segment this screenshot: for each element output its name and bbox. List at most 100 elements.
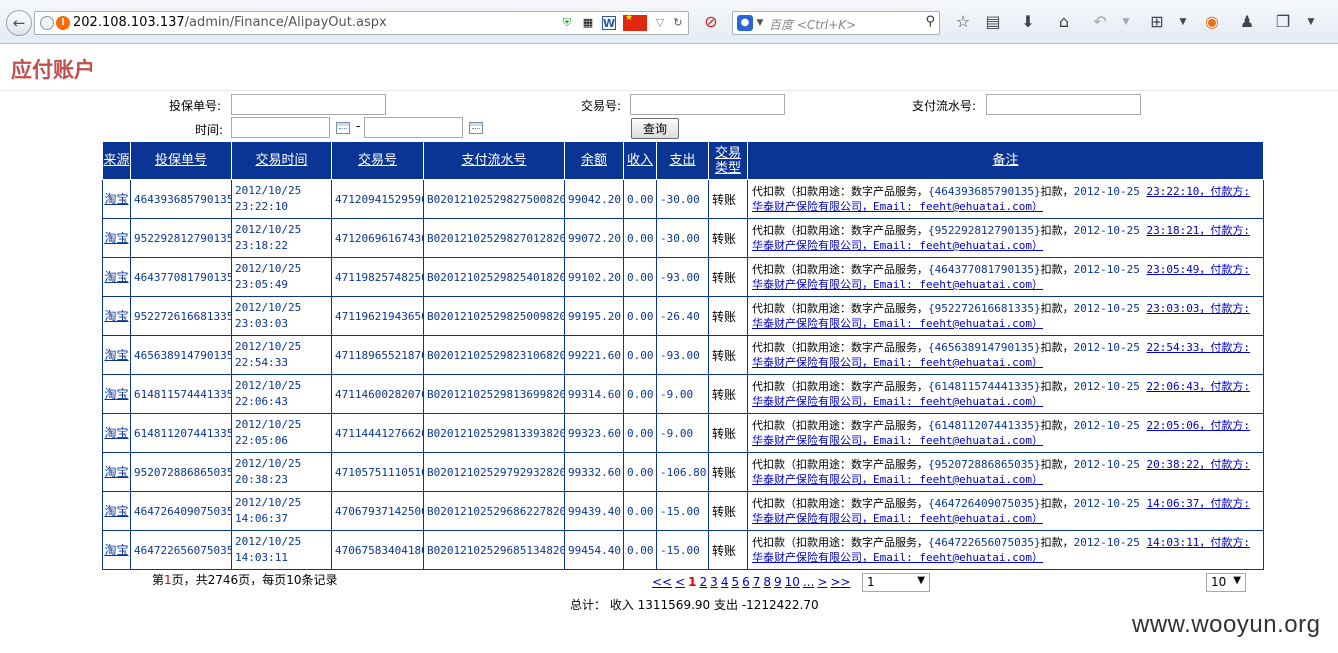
column-header-remark[interactable]: 备注 [747, 141, 1264, 180]
remark-link[interactable]: 20:38:22，付款方: [1146, 458, 1250, 471]
pager-link[interactable]: 7 [753, 575, 761, 589]
remark-link[interactable]: 23:05:49，付款方: [1146, 263, 1250, 276]
column-header-time[interactable]: 交易时间 [231, 141, 332, 180]
trade-number-input[interactable] [630, 94, 785, 115]
remark-link[interactable]: 华泰财产保险有限公司，Email: feeht@ehuatai.com） [752, 356, 1043, 369]
crop-icon[interactable]: ⊞ [1146, 11, 1168, 33]
word-icon[interactable]: W [602, 16, 616, 30]
remark-link[interactable]: 华泰财产保险有限公司，Email: feeht@ehuatai.com） [752, 200, 1043, 213]
column-header-trade[interactable]: 交易号 [331, 141, 424, 180]
pay-serial-cell: B020121025298231068201 [423, 335, 565, 375]
page-select[interactable]: 1 ▼ [862, 573, 930, 592]
source-cell[interactable]: 淘宝 [102, 413, 131, 453]
pager-link[interactable]: 4 [721, 575, 729, 589]
reading-list-icon[interactable]: ▤ [982, 11, 1004, 33]
calendar-icon[interactable] [336, 122, 350, 134]
source-cell[interactable]: 淘宝 [102, 530, 131, 570]
remark-link[interactable]: 23:22:10，付款方: [1146, 185, 1250, 198]
query-button[interactable]: 查询 [631, 118, 679, 139]
remark-link[interactable]: 华泰财产保险有限公司，Email: feeht@ehuatai.com） [752, 317, 1043, 330]
source-cell[interactable]: 淘宝 [102, 374, 131, 414]
remark-link[interactable]: 华泰财产保险有限公司，Email: feeht@ehuatai.com） [752, 239, 1043, 252]
remark-link[interactable]: 22:54:33，付款方: [1146, 341, 1250, 354]
pay-serial-input[interactable] [986, 94, 1141, 115]
remark-link[interactable]: 22:06:43，付款方: [1146, 380, 1250, 393]
address-bar[interactable]: ! 202.108.103.137/admin/Finance/AlipayOu… [34, 11, 689, 35]
pager-link[interactable]: < [675, 575, 685, 589]
search-placeholder[interactable]: 百度 <Ctrl+K> [769, 16, 856, 33]
pager-link[interactable]: 8 [763, 575, 771, 589]
remark-link[interactable]: 华泰财产保险有限公司，Email: feeht@ehuatai.com） [752, 512, 1043, 525]
remark-link[interactable]: 华泰财产保险有限公司，Email: feeht@ehuatai.com） [752, 551, 1043, 564]
undo-icon[interactable]: ↶ [1089, 11, 1111, 33]
dropdown-arrow-icon: ▼ [917, 575, 925, 586]
remark-link[interactable]: 14:03:11，付款方: [1146, 536, 1250, 549]
column-header-income[interactable]: 收入 [623, 141, 657, 180]
pager-link[interactable]: ... [803, 575, 814, 589]
remark-link[interactable]: 华泰财产保险有限公司，Email: feeht@ehuatai.com） [752, 395, 1043, 408]
source-cell[interactable]: 淘宝 [102, 257, 131, 297]
url-text[interactable]: 202.108.103.137/admin/Finance/AlipayOut.… [73, 15, 387, 30]
pager-link[interactable]: 5 [731, 575, 739, 589]
engine-dropdown-icon[interactable]: ▼ [753, 16, 767, 30]
column-header-policy[interactable]: 投保单号 [130, 141, 232, 180]
china-flag-icon[interactable] [623, 13, 647, 31]
qr-code-icon[interactable]: ▦ [581, 16, 595, 30]
star-icon[interactable]: ☆ [952, 11, 974, 33]
user-icon[interactable]: ♟ [1236, 11, 1258, 33]
source-cell[interactable]: 淘宝 [102, 218, 131, 258]
calendar-icon[interactable] [469, 122, 483, 134]
source-cell[interactable]: 淘宝 [102, 335, 131, 375]
pager-link[interactable]: 2 [700, 575, 708, 589]
expense-cell: -15.00 [656, 491, 709, 531]
pager-link[interactable]: 9 [774, 575, 782, 589]
warning-icon[interactable]: ! [56, 16, 70, 30]
remark-link[interactable]: 23:03:03，付款方: [1146, 302, 1250, 315]
magnifier-icon[interactable]: ⚲ [925, 14, 935, 29]
pager-link[interactable]: 1 [688, 575, 696, 589]
policy-number-input[interactable] [231, 94, 386, 115]
window-icon[interactable]: ❐ [1272, 11, 1294, 33]
source-cell[interactable]: 淘宝 [102, 179, 131, 219]
start-date-input[interactable] [231, 117, 330, 138]
source-cell[interactable]: 淘宝 [102, 452, 131, 492]
expense-cell: -30.00 [656, 179, 709, 219]
fox-icon[interactable]: ◉ [1201, 11, 1223, 33]
undo-dropdown-icon[interactable]: ▼ [1115, 11, 1137, 33]
dropdown-arrow-icon[interactable]: ▽ [653, 16, 667, 30]
remark-link[interactable]: 华泰财产保险有限公司，Email: feeht@ehuatai.com） [752, 434, 1043, 447]
source-cell[interactable]: 淘宝 [102, 491, 131, 531]
remark-link[interactable]: 华泰财产保险有限公司，Email: feeht@ehuatai.com） [752, 473, 1043, 486]
pager-link[interactable]: << [652, 575, 672, 589]
pager-link[interactable]: 3 [710, 575, 718, 589]
pager-link[interactable]: 6 [742, 575, 750, 589]
home-icon[interactable]: ⌂ [1053, 11, 1075, 33]
crop-dropdown-icon[interactable]: ▼ [1172, 11, 1194, 33]
paw-icon[interactable]: ● [737, 15, 753, 31]
type-cell: 转账 [708, 335, 748, 375]
remark-link[interactable]: 14:06:37，付款方: [1146, 497, 1250, 510]
pager-link[interactable]: 10 [785, 575, 800, 589]
remark-link[interactable]: 22:05:06，付款方: [1146, 419, 1250, 432]
column-header-pay-serial[interactable]: 支付流水号 [423, 141, 565, 180]
pay-serial-cell: B020121025297929328201 [423, 452, 565, 492]
search-box[interactable]: ● ▼ 百度 <Ctrl+K> ⚲ [732, 11, 940, 35]
shield-icon[interactable]: ⛨ [560, 16, 574, 30]
remark-link[interactable]: 23:18:21，付款方: [1146, 224, 1250, 237]
menu-dropdown-icon[interactable]: ▼ [1300, 11, 1322, 33]
column-header-type[interactable]: 交易类型 [708, 141, 748, 180]
remark-link[interactable]: 华泰财产保险有限公司，Email: feeht@ehuatai.com） [752, 278, 1043, 291]
column-header-balance[interactable]: 余额 [564, 141, 624, 180]
download-icon[interactable]: ⬇ [1017, 11, 1039, 33]
pager-link[interactable]: >> [830, 575, 850, 589]
source-cell[interactable]: 淘宝 [102, 296, 131, 336]
page-size-select[interactable]: 10 ▼ [1206, 573, 1246, 592]
adblock-icon[interactable]: ⊘ [700, 11, 722, 33]
balance-cell: 99102.20 [564, 257, 624, 297]
end-date-input[interactable] [364, 117, 463, 138]
column-header-expense[interactable]: 支出 [656, 141, 709, 180]
pager-link[interactable]: > [817, 575, 827, 589]
column-header-source[interactable]: 来源 [102, 141, 131, 180]
back-arrow-icon[interactable]: ← [6, 10, 32, 36]
reload-icon[interactable]: ↻ [671, 16, 685, 30]
